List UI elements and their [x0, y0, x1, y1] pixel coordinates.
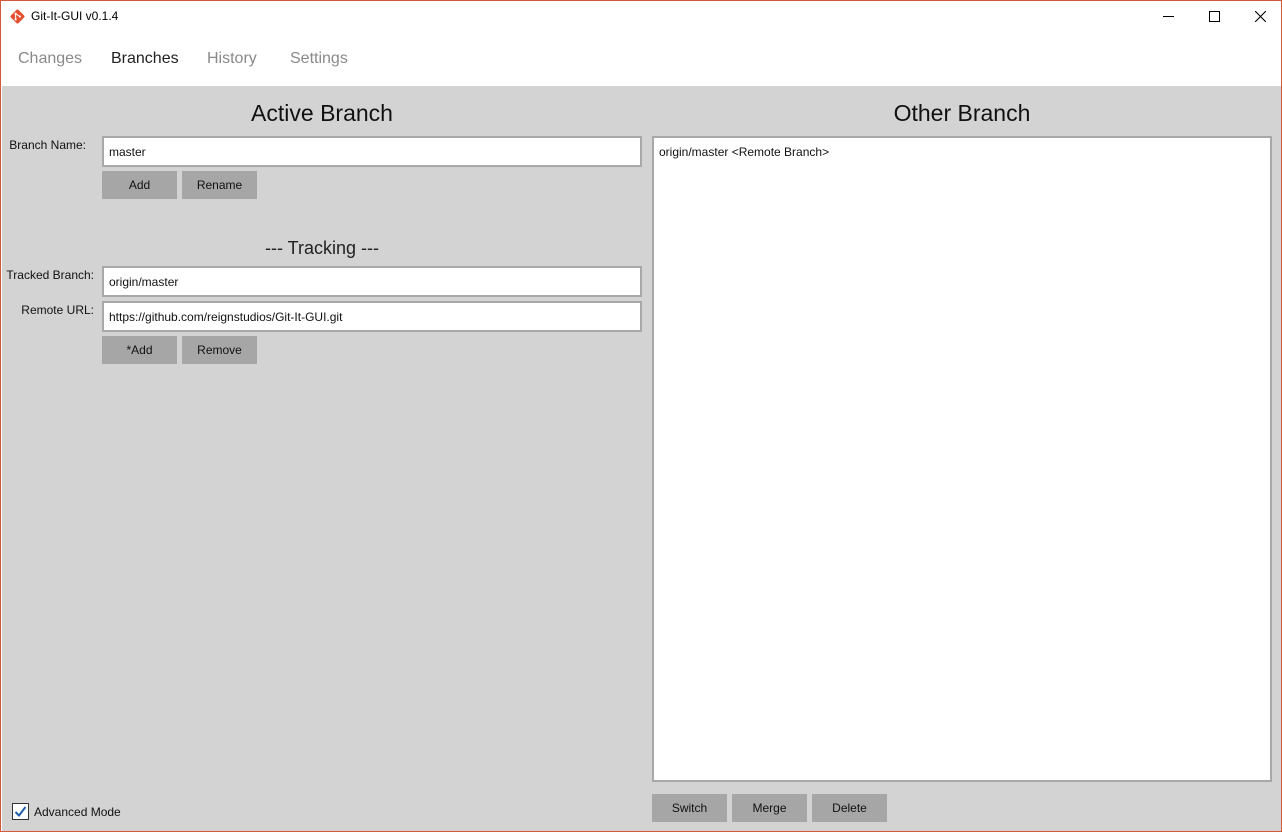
branch-name-label: Branch Name: [9, 138, 86, 152]
maximize-icon [1208, 11, 1220, 22]
active-branch-heading: Active Branch [251, 100, 393, 126]
tab-history[interactable]: History [207, 50, 257, 68]
tab-changes[interactable]: Changes [18, 50, 82, 68]
delete-branch-button[interactable]: Delete [812, 794, 887, 822]
other-branch-heading: Other Branch [893, 100, 1031, 126]
advanced-mode-label: Advanced Mode [34, 804, 121, 819]
tracked-branch-input[interactable] [102, 266, 642, 297]
title-bar[interactable]: Git-It-GUI v0.1.4 [1, 1, 1281, 32]
remove-tracking-button[interactable]: Remove [182, 336, 257, 364]
other-branch-list[interactable]: origin/master <Remote Branch> [652, 136, 1272, 782]
add-tracking-button[interactable]: *Add [102, 336, 177, 364]
rename-branch-button[interactable]: Rename [182, 171, 257, 199]
maximize-button[interactable] [1191, 1, 1237, 32]
tab-bar: Changes Branches History Settings [1, 32, 1281, 86]
tab-settings[interactable]: Settings [290, 50, 348, 68]
remote-url-input[interactable] [102, 301, 642, 332]
list-item[interactable]: origin/master <Remote Branch> [658, 144, 1266, 160]
minimize-icon [1162, 16, 1174, 17]
tracked-branch-label: Tracked Branch: [6, 268, 94, 282]
merge-branch-button[interactable]: Merge [732, 794, 807, 822]
minimize-button[interactable] [1145, 1, 1191, 32]
git-logo-icon [10, 9, 25, 24]
switch-branch-button[interactable]: Switch [652, 794, 727, 822]
advanced-mode-checkbox[interactable] [12, 803, 29, 820]
tab-branches[interactable]: Branches [111, 50, 179, 68]
checkmark-icon [14, 806, 27, 818]
advanced-mode-toggle: Advanced Mode [12, 803, 121, 820]
branches-panel: Active Branch Other Branch Branch Name: … [2, 86, 1281, 831]
branch-name-input[interactable] [102, 136, 642, 167]
close-icon [1254, 11, 1266, 22]
app-window: Git-It-GUI v0.1.4 Changes Branches Histo… [0, 0, 1282, 832]
window-title: Git-It-GUI v0.1.4 [31, 9, 119, 23]
tracking-heading: --- Tracking --- [265, 238, 379, 258]
remote-url-label: Remote URL: [21, 303, 94, 317]
add-branch-button[interactable]: Add [102, 171, 177, 199]
close-button[interactable] [1237, 1, 1281, 32]
